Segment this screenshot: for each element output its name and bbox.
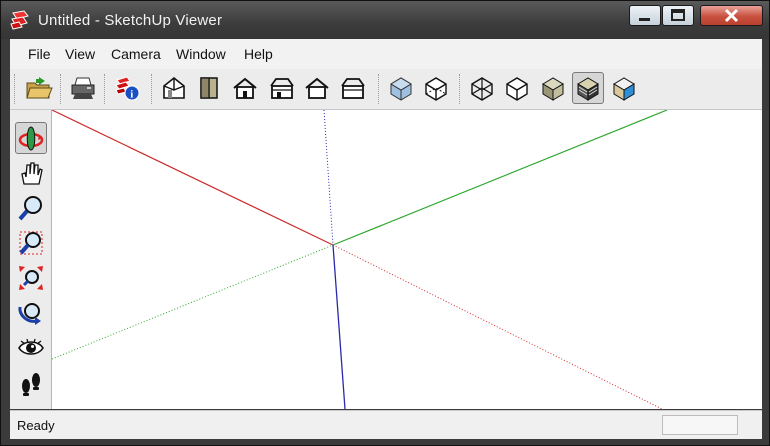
menu-window[interactable]: Window [176,46,226,62]
wireframe-icon[interactable] [466,72,498,104]
minimize-button[interactable] [629,5,661,26]
blue-axis-negative [323,110,334,246]
menu-camera[interactable]: Camera [111,46,161,62]
zoom-extents-icon[interactable] [15,262,47,294]
main-toolbar: i [10,69,762,110]
left-view-icon[interactable] [337,72,369,104]
menu-view[interactable]: View [65,46,95,62]
orbit-icon[interactable] [15,122,47,154]
hidden-line-icon[interactable] [501,72,533,104]
xray-icon[interactable] [385,72,417,104]
red-axis-negative [332,244,663,409]
title-bar[interactable]: Untitled - SketchUp Viewer [1,1,769,39]
app-window: Untitled - SketchUp Viewer File View Cam… [0,0,770,446]
red-axis [52,110,334,246]
walk-icon[interactable] [15,367,47,399]
close-button[interactable] [700,5,763,26]
svg-text:i: i [130,89,133,101]
drawing-area[interactable] [52,110,762,409]
monochrome-icon[interactable] [608,72,640,104]
zoom-icon[interactable] [15,192,47,224]
menu-help[interactable]: Help [244,46,273,62]
open-file-icon[interactable] [23,72,55,104]
toolbar-grip [14,74,16,104]
status-text: Ready [17,418,55,433]
zoom-window-icon[interactable] [15,227,47,259]
back-view-icon[interactable] [301,72,333,104]
right-view-icon[interactable] [266,72,298,104]
green-axis-negative [52,244,334,360]
blue-axis [332,244,346,409]
back-edges-icon[interactable] [420,72,452,104]
pan-icon[interactable] [15,157,47,189]
view-tools-toolbar [10,110,52,409]
previous-view-icon[interactable] [15,297,47,329]
maximize-button[interactable] [662,5,694,26]
status-bar: Ready [10,410,762,439]
sketchup-app-icon [10,10,29,30]
status-measurement-panel [662,415,738,435]
menu-file[interactable]: File [28,46,51,62]
shaded-with-textures-icon[interactable] [572,72,604,104]
print-icon[interactable] [67,72,99,104]
window-title: Untitled - SketchUp Viewer [38,12,223,29]
green-axis [332,110,668,246]
iso-view-icon[interactable] [158,72,190,104]
look-around-icon[interactable] [15,332,47,364]
top-view-icon[interactable] [193,72,225,104]
model-info-icon[interactable]: i [111,72,143,104]
shaded-icon[interactable] [537,72,569,104]
menu-bar: File View Camera Window Help [10,39,762,70]
front-view-icon[interactable] [229,72,261,104]
